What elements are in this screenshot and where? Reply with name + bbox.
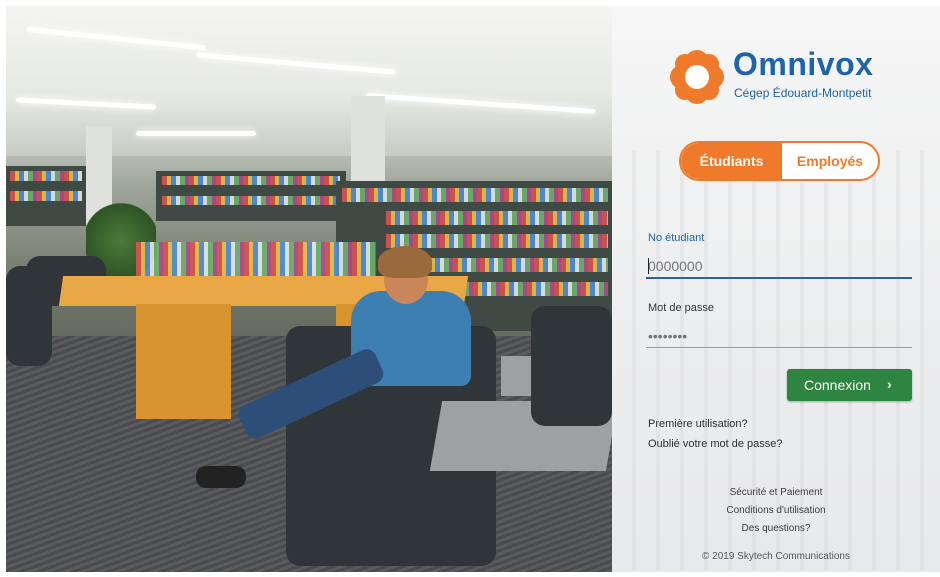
tab-employees[interactable]: Employés bbox=[782, 143, 878, 179]
books bbox=[162, 176, 340, 185]
login-button[interactable]: Connexion › bbox=[787, 369, 912, 401]
forgot-password-link[interactable]: Oublié votre mot de passe? bbox=[648, 438, 783, 450]
security-payment-link[interactable]: Sécurité et Paiement bbox=[612, 487, 940, 498]
magazines bbox=[426, 258, 608, 272]
magazines bbox=[446, 282, 608, 296]
tab-students[interactable]: Étudiants bbox=[681, 143, 782, 179]
college-name: Cégep Édouard-Montpetit bbox=[734, 86, 872, 100]
omnivox-logo: Omnivox Cégep Édouard-Montpetit bbox=[670, 46, 900, 106]
table-leg bbox=[136, 304, 231, 419]
student-id-input[interactable] bbox=[646, 255, 912, 279]
text-caret bbox=[648, 258, 649, 274]
background-library-photo bbox=[6, 6, 612, 572]
magazines bbox=[386, 211, 608, 225]
password-input[interactable] bbox=[646, 324, 912, 348]
password-label: Mot de passe bbox=[648, 302, 715, 314]
login-button-label: Connexion bbox=[804, 377, 871, 393]
books bbox=[10, 171, 82, 181]
magazines bbox=[342, 188, 608, 202]
student-hair bbox=[378, 246, 432, 278]
user-type-toggle: Étudiants Employés bbox=[679, 141, 880, 181]
ceiling-light bbox=[136, 131, 256, 136]
books bbox=[162, 196, 340, 205]
armchair bbox=[531, 306, 612, 426]
shoe bbox=[196, 466, 246, 488]
magazines bbox=[386, 234, 608, 248]
questions-link[interactable]: Des questions? bbox=[612, 523, 940, 534]
copyright: © 2019 Skytech Communications bbox=[702, 551, 850, 562]
books bbox=[10, 191, 82, 201]
first-use-link[interactable]: Première utilisation? bbox=[648, 418, 748, 430]
flower-logo-icon bbox=[670, 50, 724, 104]
student-id-label: No étudiant bbox=[648, 232, 705, 244]
chevron-right-icon: › bbox=[887, 376, 892, 392]
brand-name: Omnivox bbox=[733, 46, 874, 82]
terms-link[interactable]: Conditions d'utilisation bbox=[612, 505, 940, 516]
displayed-books bbox=[136, 242, 376, 276]
